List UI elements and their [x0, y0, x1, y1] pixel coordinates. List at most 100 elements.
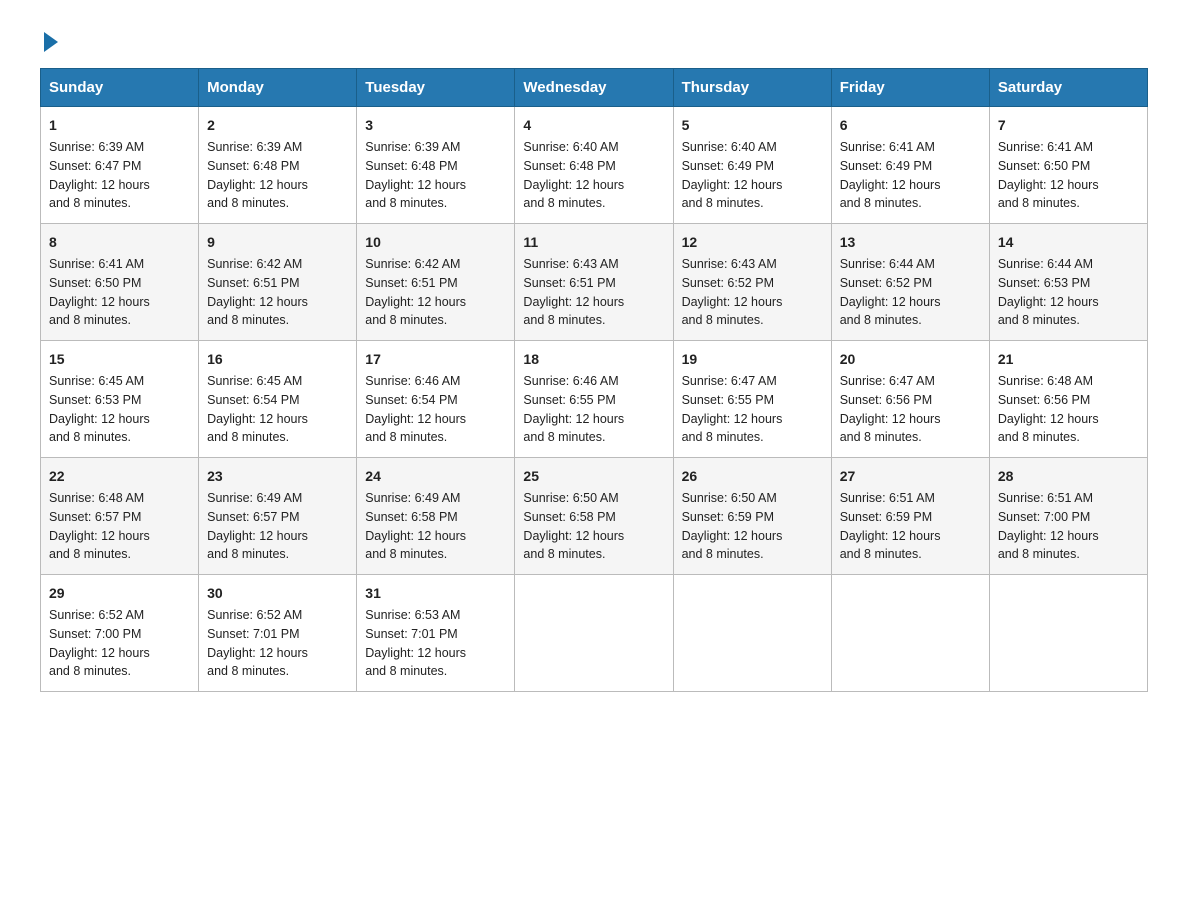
sunrise-text: Sunrise: 6:52 AM — [207, 608, 302, 622]
sunrise-text: Sunrise: 6:48 AM — [998, 374, 1093, 388]
sunset-text: Sunset: 7:00 PM — [49, 627, 141, 641]
day-cell: 7Sunrise: 6:41 AMSunset: 6:50 PMDaylight… — [989, 107, 1147, 224]
daylight-text: Daylight: 12 hours — [207, 295, 308, 309]
daylight-text-cont: and 8 minutes. — [840, 547, 922, 561]
sunset-text: Sunset: 6:57 PM — [49, 510, 141, 524]
sunrise-text: Sunrise: 6:39 AM — [49, 140, 144, 154]
daylight-text-cont: and 8 minutes. — [523, 313, 605, 327]
day-number: 18 — [523, 349, 664, 370]
daylight-text: Daylight: 12 hours — [365, 295, 466, 309]
page-header — [40, 30, 1148, 48]
sunset-text: Sunset: 6:59 PM — [682, 510, 774, 524]
daylight-text: Daylight: 12 hours — [49, 178, 150, 192]
day-number: 12 — [682, 232, 823, 253]
daylight-text-cont: and 8 minutes. — [49, 196, 131, 210]
daylight-text-cont: and 8 minutes. — [840, 313, 922, 327]
day-number: 20 — [840, 349, 981, 370]
day-number: 10 — [365, 232, 506, 253]
day-cell: 31Sunrise: 6:53 AMSunset: 7:01 PMDayligh… — [357, 575, 515, 692]
sunrise-text: Sunrise: 6:51 AM — [998, 491, 1093, 505]
day-cell: 16Sunrise: 6:45 AMSunset: 6:54 PMDayligh… — [199, 341, 357, 458]
daylight-text: Daylight: 12 hours — [682, 178, 783, 192]
day-cell: 21Sunrise: 6:48 AMSunset: 6:56 PMDayligh… — [989, 341, 1147, 458]
daylight-text: Daylight: 12 hours — [998, 529, 1099, 543]
daylight-text: Daylight: 12 hours — [682, 295, 783, 309]
daylight-text: Daylight: 12 hours — [365, 646, 466, 660]
daylight-text: Daylight: 12 hours — [49, 646, 150, 660]
sunset-text: Sunset: 7:01 PM — [207, 627, 299, 641]
sunrise-text: Sunrise: 6:49 AM — [365, 491, 460, 505]
week-row-2: 8Sunrise: 6:41 AMSunset: 6:50 PMDaylight… — [41, 224, 1148, 341]
sunset-text: Sunset: 6:53 PM — [49, 393, 141, 407]
week-row-4: 22Sunrise: 6:48 AMSunset: 6:57 PMDayligh… — [41, 458, 1148, 575]
daylight-text-cont: and 8 minutes. — [49, 430, 131, 444]
sunset-text: Sunset: 6:52 PM — [840, 276, 932, 290]
daylight-text: Daylight: 12 hours — [523, 412, 624, 426]
sunset-text: Sunset: 6:52 PM — [682, 276, 774, 290]
header-cell-saturday: Saturday — [989, 69, 1147, 107]
daylight-text-cont: and 8 minutes. — [998, 547, 1080, 561]
daylight-text-cont: and 8 minutes. — [49, 313, 131, 327]
sunset-text: Sunset: 6:50 PM — [998, 159, 1090, 173]
daylight-text: Daylight: 12 hours — [998, 412, 1099, 426]
daylight-text: Daylight: 12 hours — [840, 178, 941, 192]
day-number: 30 — [207, 583, 348, 604]
daylight-text-cont: and 8 minutes. — [840, 430, 922, 444]
daylight-text-cont: and 8 minutes. — [523, 547, 605, 561]
daylight-text-cont: and 8 minutes. — [682, 196, 764, 210]
sunset-text: Sunset: 6:56 PM — [998, 393, 1090, 407]
daylight-text-cont: and 8 minutes. — [840, 196, 922, 210]
sunrise-text: Sunrise: 6:39 AM — [365, 140, 460, 154]
sunset-text: Sunset: 6:54 PM — [207, 393, 299, 407]
day-number: 14 — [998, 232, 1139, 253]
day-cell: 24Sunrise: 6:49 AMSunset: 6:58 PMDayligh… — [357, 458, 515, 575]
sunrise-text: Sunrise: 6:49 AM — [207, 491, 302, 505]
day-cell: 20Sunrise: 6:47 AMSunset: 6:56 PMDayligh… — [831, 341, 989, 458]
day-cell: 11Sunrise: 6:43 AMSunset: 6:51 PMDayligh… — [515, 224, 673, 341]
sunset-text: Sunset: 6:51 PM — [523, 276, 615, 290]
day-number: 24 — [365, 466, 506, 487]
day-cell — [515, 575, 673, 692]
sunrise-text: Sunrise: 6:47 AM — [840, 374, 935, 388]
sunset-text: Sunset: 6:56 PM — [840, 393, 932, 407]
header-cell-friday: Friday — [831, 69, 989, 107]
sunset-text: Sunset: 6:51 PM — [207, 276, 299, 290]
sunset-text: Sunset: 6:54 PM — [365, 393, 457, 407]
daylight-text: Daylight: 12 hours — [840, 295, 941, 309]
daylight-text-cont: and 8 minutes. — [523, 196, 605, 210]
daylight-text: Daylight: 12 hours — [998, 178, 1099, 192]
sunrise-text: Sunrise: 6:45 AM — [207, 374, 302, 388]
daylight-text-cont: and 8 minutes. — [49, 664, 131, 678]
daylight-text-cont: and 8 minutes. — [523, 430, 605, 444]
header-cell-monday: Monday — [199, 69, 357, 107]
day-number: 27 — [840, 466, 981, 487]
sunrise-text: Sunrise: 6:53 AM — [365, 608, 460, 622]
day-cell: 6Sunrise: 6:41 AMSunset: 6:49 PMDaylight… — [831, 107, 989, 224]
header-cell-tuesday: Tuesday — [357, 69, 515, 107]
daylight-text: Daylight: 12 hours — [49, 295, 150, 309]
sunrise-text: Sunrise: 6:42 AM — [365, 257, 460, 271]
day-cell: 4Sunrise: 6:40 AMSunset: 6:48 PMDaylight… — [515, 107, 673, 224]
day-number: 3 — [365, 115, 506, 136]
daylight-text-cont: and 8 minutes. — [365, 547, 447, 561]
sunset-text: Sunset: 6:50 PM — [49, 276, 141, 290]
daylight-text-cont: and 8 minutes. — [49, 547, 131, 561]
daylight-text: Daylight: 12 hours — [49, 529, 150, 543]
day-number: 31 — [365, 583, 506, 604]
daylight-text-cont: and 8 minutes. — [207, 430, 289, 444]
day-cell: 2Sunrise: 6:39 AMSunset: 6:48 PMDaylight… — [199, 107, 357, 224]
day-number: 13 — [840, 232, 981, 253]
day-number: 7 — [998, 115, 1139, 136]
daylight-text: Daylight: 12 hours — [207, 178, 308, 192]
day-number: 1 — [49, 115, 190, 136]
day-cell: 25Sunrise: 6:50 AMSunset: 6:58 PMDayligh… — [515, 458, 673, 575]
daylight-text: Daylight: 12 hours — [365, 178, 466, 192]
daylight-text: Daylight: 12 hours — [523, 529, 624, 543]
daylight-text-cont: and 8 minutes. — [365, 430, 447, 444]
sunrise-text: Sunrise: 6:44 AM — [998, 257, 1093, 271]
header-cell-wednesday: Wednesday — [515, 69, 673, 107]
day-number: 23 — [207, 466, 348, 487]
sunset-text: Sunset: 6:59 PM — [840, 510, 932, 524]
day-number: 2 — [207, 115, 348, 136]
daylight-text: Daylight: 12 hours — [365, 529, 466, 543]
